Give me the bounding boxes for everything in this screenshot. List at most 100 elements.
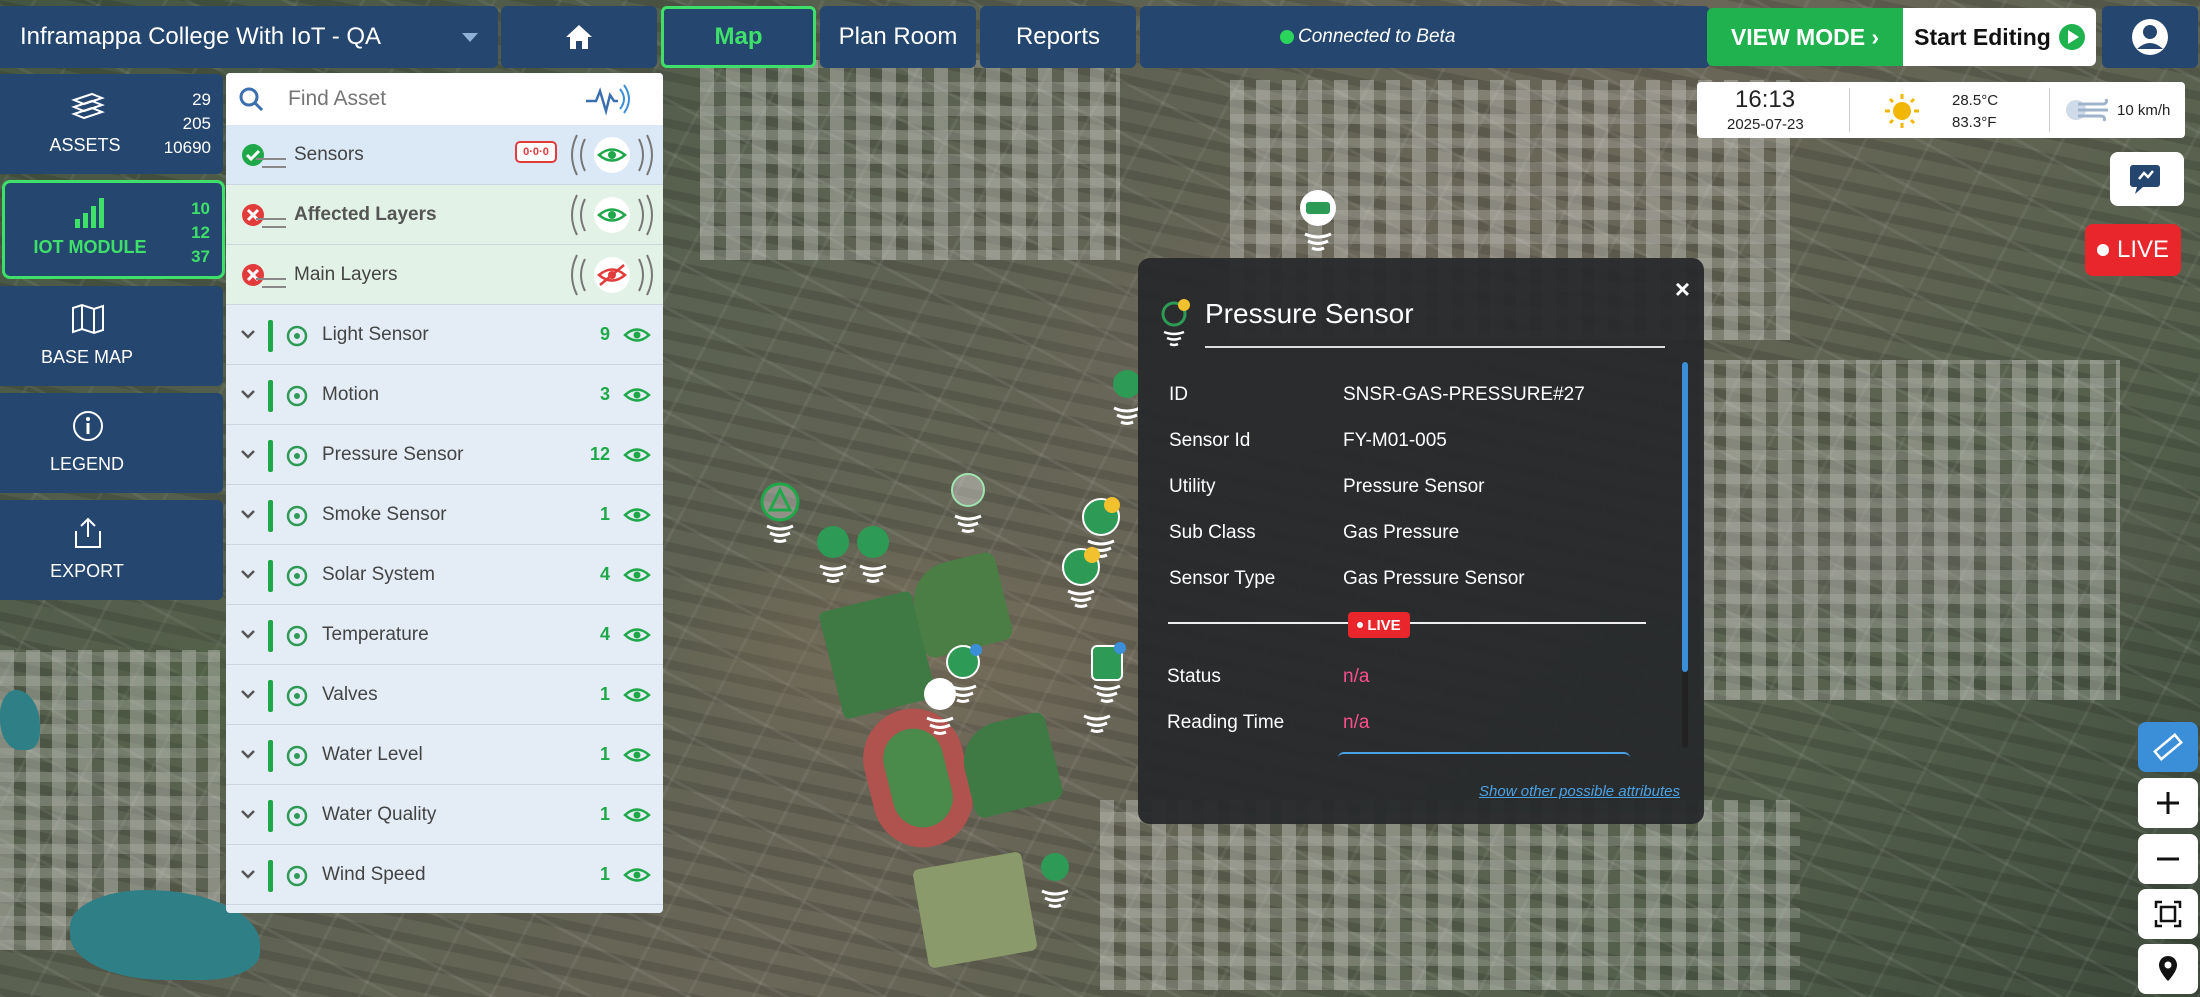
live-badge: LIVE (1348, 612, 1410, 638)
tree-lines-icon (256, 218, 286, 228)
layer-name: Water Quality (322, 803, 437, 825)
count-2: 205 (182, 114, 211, 133)
layer-group-row[interactable]: Main Layers (226, 245, 663, 305)
eye-icon[interactable] (567, 129, 657, 181)
nav-export[interactable]: EXPORT (0, 500, 223, 600)
nav-assets[interactable]: 29 205 10690 ASSETS (0, 74, 223, 174)
connection-status: Connected to Beta (1140, 6, 1710, 68)
valve-icon (286, 685, 308, 707)
zoom-in-button[interactable] (2138, 778, 2198, 828)
sensor-pin[interactable] (848, 520, 898, 590)
layer-row-light-sensor[interactable]: Light Sensor 9 (226, 305, 663, 365)
user-account-button[interactable] (2102, 6, 2198, 68)
map-fold-icon (72, 303, 104, 335)
eye-icon[interactable] (623, 446, 651, 464)
layer-row-water-level[interactable]: Water Level 1 (226, 725, 663, 785)
layer-row-water-quality[interactable]: Water Quality 1 (226, 785, 663, 845)
nav-legend[interactable]: LEGEND (0, 393, 223, 493)
layer-row-wind-speed[interactable]: Wind Speed 1 (226, 845, 663, 905)
show-attributes-link[interactable]: Show other possible attributes (1479, 783, 1680, 800)
fit-extent-button[interactable] (2138, 889, 2198, 939)
chevron-down-icon[interactable] (240, 449, 256, 459)
solar-panel-icon (286, 565, 308, 587)
layer-row-smoke-sensor[interactable]: Smoke Sensor 1 (226, 485, 663, 545)
eye-icon[interactable] (623, 746, 651, 764)
temperature-sensor-pin[interactable] (915, 672, 965, 742)
tab-plan-room[interactable]: Plan Room (820, 6, 976, 68)
layer-group-name: Sensors (294, 143, 364, 165)
find-asset-input[interactable] (288, 87, 578, 111)
tab-map[interactable]: Map (661, 6, 816, 68)
project-selector[interactable]: Inframappa College With IoT - QA (0, 6, 498, 68)
light-sensor-icon (286, 325, 308, 347)
sensor-pin[interactable] (755, 480, 805, 550)
scroll-hint-edge (1338, 752, 1630, 758)
layer-row-temperature[interactable]: Temperature 4 (226, 605, 663, 665)
view-mode-button[interactable]: VIEW MODE › (1707, 8, 1903, 66)
title-underline (1205, 346, 1665, 348)
live-button[interactable]: LIVE (2085, 224, 2181, 276)
count-3: 37 (191, 247, 210, 266)
layer-group-row[interactable]: Affected Layers (226, 185, 663, 245)
layers-stack-icon (71, 92, 105, 120)
nav-iot-module[interactable]: 10 12 37 IOT MODULE (2, 180, 225, 279)
layer-row-valves[interactable]: Valves 1 (226, 665, 663, 725)
sensor-pin[interactable] (1030, 845, 1080, 915)
chevron-down-icon[interactable] (240, 389, 256, 399)
start-editing-button[interactable]: Start Editing (1903, 8, 2096, 66)
eye-hidden-icon[interactable] (567, 249, 657, 301)
eye-icon[interactable] (567, 189, 657, 241)
layer-color-bar (268, 440, 273, 472)
tab-reports[interactable]: Reports (980, 6, 1136, 68)
alert-counter-badge: 0·0·0 (515, 141, 557, 163)
eye-icon[interactable] (623, 626, 651, 644)
asset-info-popup: × Pressure Sensor ID SNSR-GAS-PRESSURE#27… (1138, 258, 1704, 824)
chevron-down-icon[interactable] (240, 689, 256, 699)
layer-count: 1 (599, 864, 610, 884)
close-icon[interactable]: × (1675, 274, 1690, 305)
eye-icon[interactable] (623, 566, 651, 584)
popup-scrollbar[interactable] (1682, 362, 1688, 748)
pressure-sensor-pin[interactable] (1056, 545, 1106, 615)
chevron-down-icon[interactable] (240, 749, 256, 759)
zoom-out-button[interactable] (2138, 834, 2198, 884)
chat-button[interactable] (2110, 152, 2184, 206)
connection-dot-icon (1280, 30, 1294, 44)
locate-button[interactable] (2138, 944, 2198, 994)
eye-icon[interactable] (623, 326, 651, 344)
chevron-down-icon[interactable] (240, 569, 256, 579)
layer-row-solar-system[interactable]: Solar System 4 (226, 545, 663, 605)
chevron-down-icon[interactable] (240, 869, 256, 879)
scrollbar-thumb[interactable] (1682, 362, 1688, 672)
layer-row-pressure-sensor[interactable]: Pressure Sensor 12 (226, 425, 663, 485)
eye-icon[interactable] (623, 506, 651, 524)
valve-sensor-pin[interactable] (1293, 188, 1343, 258)
layer-count: 1 (599, 804, 610, 824)
attribute-value: Gas Pressure (1343, 522, 1460, 543)
pulse-signal-icon[interactable] (584, 79, 634, 119)
popup-title: Pressure Sensor (1205, 298, 1414, 329)
chevron-down-icon[interactable] (240, 809, 256, 819)
motion-sensor-pin[interactable] (943, 470, 993, 540)
nav-base-map[interactable]: BASE MAP (0, 286, 223, 386)
layer-group-row[interactable]: Sensors 0·0·0 (226, 125, 663, 185)
eye-icon[interactable] (623, 806, 651, 824)
water-level-icon (286, 745, 308, 767)
home-button[interactable] (501, 6, 657, 68)
chevron-down-icon[interactable] (240, 329, 256, 339)
attribute-value: SNSR-GAS-PRESSURE#27 (1343, 384, 1585, 405)
chevron-down-icon[interactable] (240, 629, 256, 639)
layer-row-motion[interactable]: Motion 3 (226, 365, 663, 425)
water-quality-icon (286, 805, 308, 827)
eye-icon[interactable] (623, 866, 651, 884)
eye-icon[interactable] (623, 686, 651, 704)
attribute-label: Sub Class (1169, 522, 1256, 543)
chevron-down-icon[interactable] (240, 509, 256, 519)
eye-icon[interactable] (623, 386, 651, 404)
temperature-icon (286, 625, 308, 647)
measure-button[interactable] (2138, 722, 2198, 772)
sensor-pin[interactable] (1072, 670, 1122, 740)
layer-color-bar (268, 740, 273, 772)
attribute-label: Sensor Type (1169, 568, 1276, 589)
layer-name: Wind Speed (322, 863, 426, 885)
